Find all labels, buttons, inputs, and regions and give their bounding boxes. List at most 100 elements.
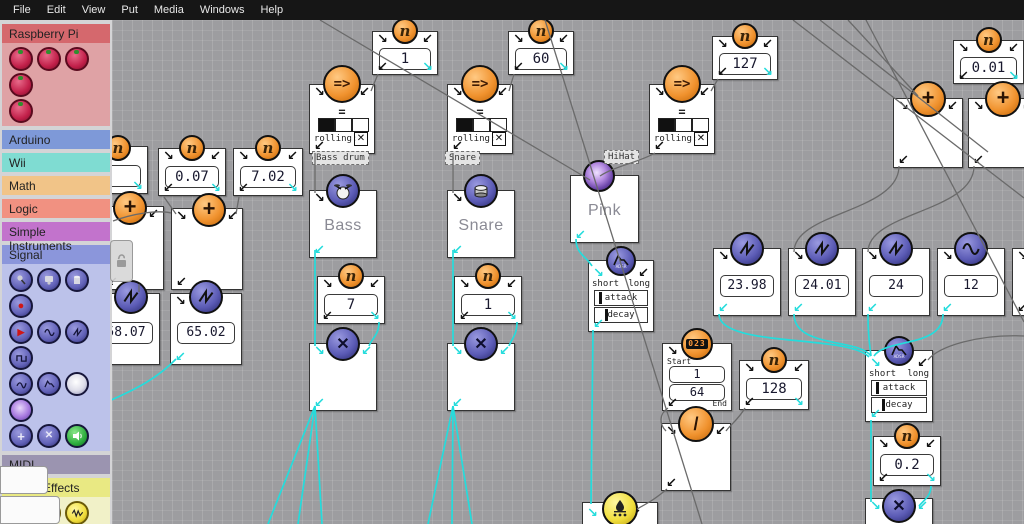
threshold-display[interactable] xyxy=(658,118,709,132)
signal-outlet-icon[interactable] xyxy=(593,318,604,331)
outlet-icon[interactable] xyxy=(973,154,984,167)
audio-out-icon[interactable] xyxy=(65,424,89,448)
signal-outlet-icon[interactable] xyxy=(287,182,298,195)
outlet-icon[interactable] xyxy=(744,396,755,409)
inlet-icon[interactable] xyxy=(176,210,187,223)
signal-inlet-icon[interactable] xyxy=(917,500,928,513)
number-box[interactable]: 0.2 xyxy=(873,423,941,486)
outlet-icon[interactable] xyxy=(322,310,333,323)
inlet-icon[interactable] xyxy=(497,86,508,99)
square-osc-icon[interactable] xyxy=(9,346,33,370)
add-box[interactable] xyxy=(171,193,243,290)
inlet-icon[interactable] xyxy=(322,278,333,291)
signal-outlet-icon[interactable] xyxy=(925,472,936,485)
add-box[interactable] xyxy=(968,81,1024,168)
number-box[interactable]: 0.01 xyxy=(953,27,1024,84)
raspberry-gpio-icon[interactable] xyxy=(9,47,33,71)
signal-outlet-icon[interactable] xyxy=(558,61,569,74)
adsr-icon[interactable] xyxy=(37,372,61,396)
inlet-icon[interactable] xyxy=(369,278,380,291)
signal-outlet-icon[interactable] xyxy=(506,310,517,323)
signal-inlet-icon[interactable] xyxy=(870,500,881,513)
signal-outlet-icon[interactable] xyxy=(452,397,463,410)
inlet-icon[interactable] xyxy=(238,150,249,163)
number-box[interactable]: 7.02 xyxy=(233,135,303,196)
attack-slider[interactable]: attack xyxy=(594,290,648,306)
counter-box[interactable]: 023 Start 1 64 End xyxy=(662,328,732,411)
menu-media[interactable]: Media xyxy=(147,2,191,18)
play-icon[interactable]: ▶ xyxy=(9,320,33,344)
signal-inlet-icon[interactable] xyxy=(499,345,510,358)
inlet-icon[interactable] xyxy=(973,100,984,113)
saw-osc-box[interactable]: 65.02 xyxy=(170,280,242,365)
comment-tag[interactable]: Snare xyxy=(445,151,481,165)
rolling-checkbox[interactable]: ✕ xyxy=(354,132,368,146)
pink-noise-icon[interactable] xyxy=(9,398,33,422)
inlet-icon[interactable] xyxy=(175,295,186,308)
signal-outlet-icon[interactable] xyxy=(452,244,463,257)
section-math[interactable]: Math xyxy=(2,176,110,195)
menu-put[interactable]: Put xyxy=(114,2,145,18)
inlet-icon[interactable] xyxy=(359,86,370,99)
inlet-icon[interactable] xyxy=(925,438,936,451)
rolling-checkbox[interactable]: ✕ xyxy=(694,132,708,146)
signal-outlet-icon[interactable] xyxy=(1008,70,1019,83)
inlet-icon[interactable] xyxy=(744,362,755,375)
compare-box[interactable]: = rolling: ✕ xyxy=(649,65,715,154)
outlet-icon[interactable] xyxy=(654,140,665,153)
snare-drum-box[interactable]: Snare xyxy=(447,174,515,258)
inlet-icon[interactable] xyxy=(377,33,388,46)
signal-outlet-icon[interactable] xyxy=(793,302,804,315)
menu-help[interactable]: Help xyxy=(253,2,290,18)
signal-outlet-icon[interactable] xyxy=(867,302,878,315)
bass-drum-box[interactable]: Bass xyxy=(309,174,377,258)
section-logic[interactable]: Logic xyxy=(2,199,110,218)
compare-box[interactable]: = rolling: ✕ xyxy=(447,65,513,154)
rain-delay-box[interactable] xyxy=(582,491,658,524)
adsr-box[interactable]: ADSR short long attack decay xyxy=(865,336,933,422)
inlet-icon[interactable] xyxy=(715,425,726,438)
inlet-icon[interactable] xyxy=(958,42,969,55)
amp-icon[interactable] xyxy=(37,268,61,292)
signal-outlet-icon[interactable] xyxy=(942,302,953,315)
outlet-icon[interactable] xyxy=(898,154,909,167)
inlet-icon[interactable] xyxy=(148,208,159,221)
inlet-icon[interactable] xyxy=(459,278,470,291)
outlet-icon[interactable] xyxy=(1017,302,1024,315)
outlet-icon[interactable] xyxy=(667,397,678,410)
section-simple-instruments[interactable]: Simple Instruments xyxy=(2,222,110,253)
add-box[interactable] xyxy=(893,81,963,168)
inlet-icon[interactable] xyxy=(422,33,433,46)
inlet-icon[interactable] xyxy=(878,438,889,451)
outlet-icon[interactable] xyxy=(878,472,889,485)
white-noise-icon[interactable] xyxy=(65,372,89,396)
inlet-icon[interactable] xyxy=(666,425,677,438)
lock-toggle[interactable] xyxy=(110,240,133,282)
sampler-icon[interactable] xyxy=(65,268,89,292)
multiply-box[interactable] xyxy=(447,327,515,411)
signal-outlet-icon[interactable] xyxy=(718,302,729,315)
inlet-icon[interactable] xyxy=(210,150,221,163)
distortion-icon[interactable] xyxy=(65,501,89,524)
signal-outlet-icon[interactable] xyxy=(175,351,186,364)
signal-outlet-icon[interactable] xyxy=(314,244,325,257)
adsr-box[interactable]: ADSR short long attack decay xyxy=(588,246,654,332)
partial-box[interactable] xyxy=(0,496,60,524)
saw-osc-icon[interactable] xyxy=(65,320,89,344)
inlet-icon[interactable] xyxy=(718,250,729,263)
comment-tag[interactable]: Bass drum xyxy=(312,151,369,165)
number-box[interactable]: 127 xyxy=(712,23,778,80)
inlet-icon[interactable] xyxy=(867,250,878,263)
microphone-icon[interactable] xyxy=(9,268,33,292)
signal-outlet-icon[interactable] xyxy=(575,229,586,242)
signal-inlet-icon[interactable] xyxy=(587,507,598,520)
number-box[interactable]: 128 xyxy=(739,347,809,410)
outlet-icon[interactable] xyxy=(666,477,677,490)
inlet-icon[interactable] xyxy=(1017,250,1024,263)
section-raspberry-pi[interactable]: Raspberry Pi xyxy=(2,24,110,43)
signal-outlet-icon[interactable] xyxy=(870,408,881,421)
rolling-checkbox[interactable]: ✕ xyxy=(492,132,506,146)
signal-multiply-icon[interactable]: ✕ xyxy=(37,424,61,448)
raspberry-serial-icon[interactable] xyxy=(9,99,33,123)
inlet-icon[interactable] xyxy=(793,250,804,263)
